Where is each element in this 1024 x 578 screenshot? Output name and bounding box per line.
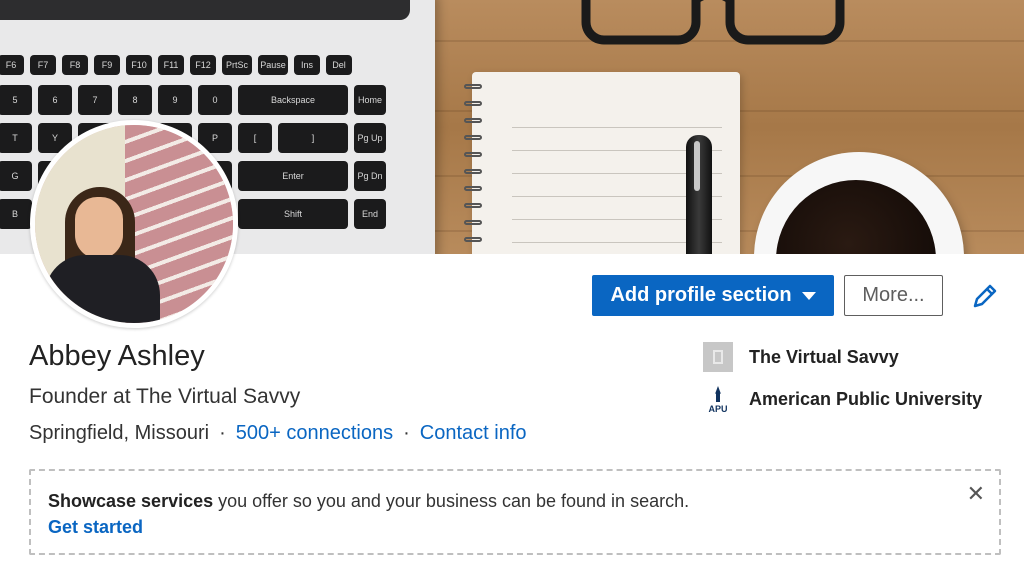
apu-logo-text: APU <box>708 404 727 414</box>
profile-photo[interactable] <box>30 120 238 328</box>
org-name: The Virtual Savvy <box>749 346 899 367</box>
caret-down-icon <box>801 291 816 300</box>
close-icon[interactable]: ✕ <box>967 483 985 505</box>
org-item-school[interactable]: APU American Public University <box>703 384 982 414</box>
showcase-rest-text: you offer so you and your business can b… <box>213 491 690 511</box>
profile-location: Springfield, Missouri <box>29 422 210 444</box>
add-profile-section-label: Add profile section <box>610 284 792 306</box>
showcase-services-card: Showcase services you offer so you and y… <box>29 469 1001 555</box>
org-item-company[interactable]: The Virtual Savvy <box>703 342 899 372</box>
contact-info-link[interactable]: Contact info <box>420 422 527 445</box>
separator-dot: · <box>219 422 226 444</box>
more-label: More... <box>862 284 925 306</box>
showcase-text: Showcase services you offer so you and y… <box>48 491 689 512</box>
more-button[interactable]: More... <box>844 275 943 316</box>
add-profile-section-button[interactable]: Add profile section <box>592 275 834 316</box>
apu-logo-icon: APU <box>703 384 733 414</box>
coffee-cup-illustration <box>754 152 964 254</box>
profile-headline: Founder at The Virtual Savvy <box>29 385 301 408</box>
get-started-link[interactable]: Get started <box>48 517 143 538</box>
company-icon <box>703 342 733 372</box>
showcase-bold-text: Showcase services <box>48 491 214 511</box>
separator-dot: · <box>403 422 410 444</box>
profile-meta-line: Springfield, Missouri · 500+ connections… <box>29 422 527 445</box>
org-name: American Public University <box>749 388 983 409</box>
pen-illustration <box>686 135 712 254</box>
pencil-icon[interactable] <box>970 281 1000 311</box>
connections-link[interactable]: 500+ connections <box>236 422 393 445</box>
glasses-illustration <box>581 0 845 45</box>
profile-name: Abbey Ashley <box>29 340 205 372</box>
